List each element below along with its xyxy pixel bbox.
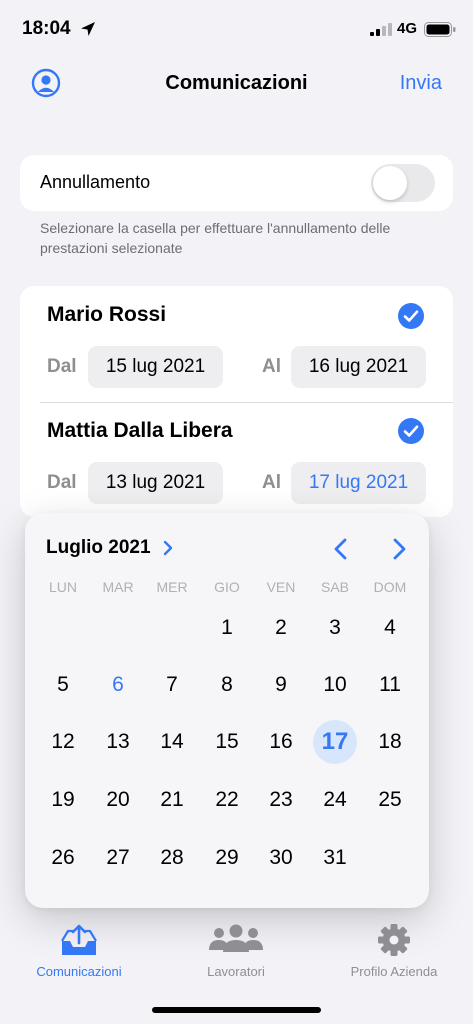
weekday-header: VEN [266,579,296,595]
to-label: Al [262,472,281,493]
calendar-day[interactable]: 1 [205,606,249,650]
weekday-header: SAB [320,579,349,595]
tab-label: Profilo Azienda [350,964,438,979]
toggle-knob [373,166,407,200]
battery-icon [424,22,456,37]
calendar-day[interactable]: 18 [368,720,412,764]
calendar-day[interactable]: 3 [313,606,357,650]
weekday-header: DOM [373,579,407,595]
weekday-header: LUN [48,579,77,595]
calendar-day[interactable]: 29 [205,836,249,880]
cancel-toggle[interactable] [371,164,435,202]
calendar-day[interactable]: 16 [259,720,303,764]
divider [40,402,453,403]
calendar-day[interactable]: 22 [205,778,249,822]
nav-bar: Comunicazioni Invia [0,60,473,108]
checkmark-circle-icon[interactable] [398,418,424,444]
gear-icon [378,924,410,956]
weekday-header: GIO [214,579,240,595]
to-date-picker[interactable]: 16 lug 2021 [291,346,426,388]
cancel-card: Annullamento [20,155,453,211]
calendar-day[interactable]: 11 [368,663,412,707]
workers-card: Mario Rossi Dal 15 lug 2021 Al 16 lug 20… [20,286,453,517]
tab-profilo-azienda[interactable]: Profilo Azienda [315,915,473,985]
calendar-day[interactable]: 5 [41,663,85,707]
send-button[interactable]: Invia [400,72,442,95]
calendar-day[interactable]: 8 [205,663,249,707]
calendar-day[interactable]: 27 [96,836,140,880]
cancel-label: Annullamento [40,172,151,192]
profile-icon[interactable] [31,68,61,98]
calendar-day[interactable]: 28 [150,836,194,880]
calendar-day[interactable]: 26 [41,836,85,880]
calendar-day[interactable]: 6 [96,663,140,707]
tab-comunicazioni[interactable]: Comunicazioni [0,915,158,985]
to-label: Al [262,356,281,377]
cellular-signal-icon [370,23,392,36]
calendar-day[interactable]: 30 [259,836,303,880]
next-month-icon[interactable] [390,537,408,561]
people-icon [209,924,263,952]
calendar-day[interactable]: 15 [205,720,249,764]
location-arrow-icon [81,22,95,36]
calendar-day[interactable]: 20 [96,778,140,822]
calendar-day[interactable]: 7 [150,663,194,707]
from-label: Dal [47,472,77,493]
worker-name: Mattia Dalla Libera [47,419,233,442]
tab-label: Comunicazioni [36,964,122,979]
network-label: 4G [397,20,418,37]
calendar-day[interactable]: 23 [259,778,303,822]
from-date-picker[interactable]: 15 lug 2021 [88,346,223,388]
calendar-day[interactable]: 10 [313,663,357,707]
checkmark-circle-icon[interactable] [398,303,424,329]
calendar-day[interactable]: 25 [368,778,412,822]
calendar-day[interactable]: 9 [259,663,303,707]
tab-label: Lavoratori [207,964,265,979]
tray-upload-icon [61,924,97,955]
calendar-day[interactable]: 24 [313,778,357,822]
calendar-day[interactable]: 12 [41,720,85,764]
calendar-day-selected[interactable]: 17 [313,720,357,764]
to-date-picker[interactable]: 17 lug 2021 [291,462,426,504]
calendar-day[interactable]: 13 [96,720,140,764]
calendar-day[interactable]: 19 [41,778,85,822]
from-label: Dal [47,356,77,377]
status-time: 18:04 [22,18,71,39]
calendar-day[interactable]: 31 [313,836,357,880]
calendar-day[interactable]: 4 [368,606,412,650]
chevron-right-icon[interactable] [162,540,174,556]
tab-lavoratori[interactable]: Lavoratori [157,915,315,985]
weekday-header: MER [156,579,188,595]
calendar-day[interactable]: 14 [150,720,194,764]
calendar-popover: Luglio 2021 LUN MAR MER GIO VEN SAB DOM 1 2 3 4 5 6 7… [25,513,429,908]
home-indicator [152,1007,321,1013]
calendar-day[interactable]: 21 [150,778,194,822]
weekday-header: MAR [102,579,134,595]
cancel-help-text: Selezionare la casella per effettuare l'… [40,220,391,256]
worker-name: Mario Rossi [47,303,167,326]
calendar-day[interactable]: 2 [259,606,303,650]
status-bar: 18:04 4G [0,0,473,58]
from-date-picker[interactable]: 13 lug 2021 [88,462,223,504]
calendar-month-button[interactable]: Luglio 2021 [46,537,151,559]
previous-month-icon[interactable] [332,537,350,561]
